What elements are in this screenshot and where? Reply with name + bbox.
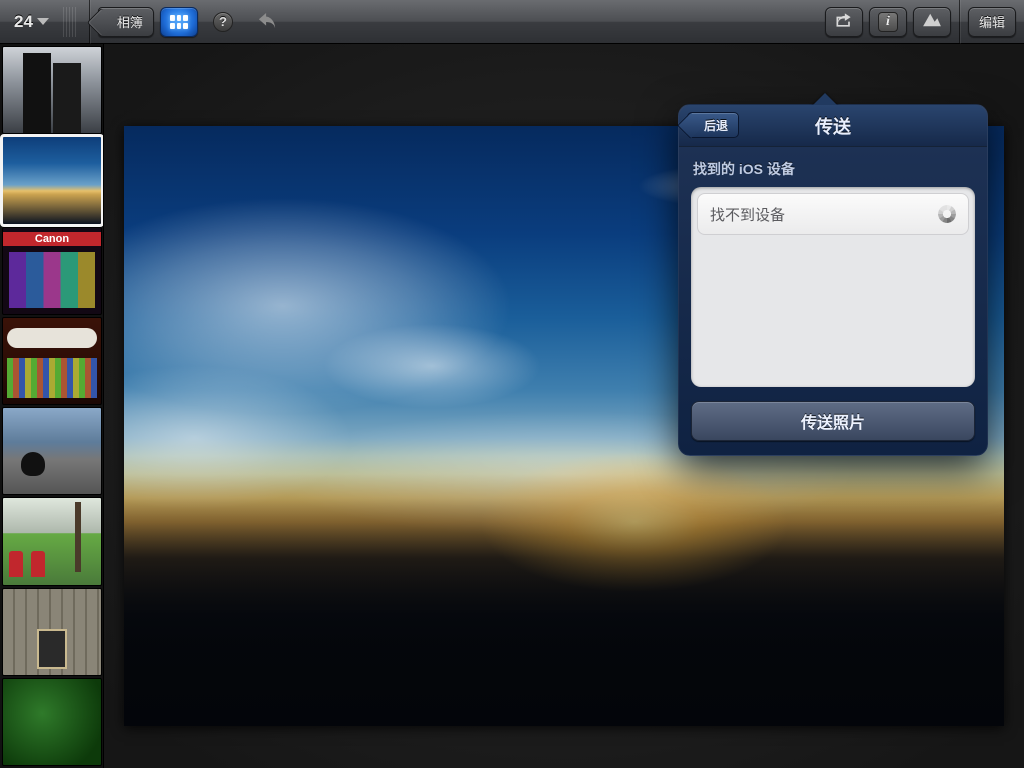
edit-label: 编辑	[979, 12, 1005, 31]
photo-viewer: 后退 传送 找到的 iOS 设备 找不到设备 传送照片	[104, 44, 1024, 768]
thumbnail[interactable]	[2, 46, 102, 134]
popover-header: 后退 传送	[679, 105, 987, 147]
top-toolbar: 24 相簿 ? i 编辑	[0, 0, 1024, 44]
thumbnail-strip[interactable]	[0, 44, 104, 768]
photo-count-value: 24	[14, 12, 33, 32]
undo-icon	[256, 13, 278, 31]
albums-back-button[interactable]: 相簿	[98, 7, 154, 37]
thumbnail[interactable]	[2, 136, 102, 224]
device-row-empty: 找不到设备	[697, 193, 969, 235]
thumbnail[interactable]	[2, 678, 102, 766]
adjust-icon	[921, 12, 943, 31]
device-list: 找不到设备	[691, 187, 975, 387]
thumbnail[interactable]	[2, 317, 102, 405]
thumbnail[interactable]	[2, 407, 102, 495]
toolbar-divider	[959, 0, 960, 44]
help-icon: ?	[213, 12, 233, 32]
share-icon	[834, 11, 854, 32]
loading-spinner-icon	[938, 205, 956, 223]
main-area: 后退 传送 找到的 iOS 设备 找不到设备 传送照片	[0, 44, 1024, 768]
grid-icon	[170, 15, 188, 29]
help-button[interactable]: ?	[204, 7, 242, 37]
adjust-button[interactable]	[913, 7, 951, 37]
info-icon: i	[878, 12, 898, 32]
info-button[interactable]: i	[869, 7, 907, 37]
albums-back-label: 相簿	[117, 12, 143, 31]
drag-grip-icon[interactable]	[63, 7, 77, 37]
thumbnail[interactable]	[2, 588, 102, 676]
chevron-down-icon	[37, 18, 49, 25]
popover-body: 找到的 iOS 设备 找不到设备 传送照片	[679, 147, 987, 455]
share-button[interactable]	[825, 7, 863, 37]
beam-photo-label: 传送照片	[801, 409, 865, 433]
popover-back-button[interactable]: 后退	[687, 112, 739, 138]
undo-button[interactable]	[248, 7, 286, 37]
popover-title: 传送	[815, 113, 851, 139]
grid-view-button[interactable]	[160, 7, 198, 37]
no-device-label: 找不到设备	[710, 204, 785, 225]
beam-popover: 后退 传送 找到的 iOS 设备 找不到设备 传送照片	[678, 104, 988, 456]
edit-button[interactable]: 编辑	[968, 7, 1016, 37]
thumbnail[interactable]	[2, 497, 102, 585]
photo-count[interactable]: 24	[8, 12, 55, 32]
devices-section-label: 找到的 iOS 设备	[693, 159, 975, 179]
thumbnail[interactable]	[2, 227, 102, 315]
popover-back-label: 后退	[704, 117, 728, 134]
beam-photo-button[interactable]: 传送照片	[691, 401, 975, 441]
